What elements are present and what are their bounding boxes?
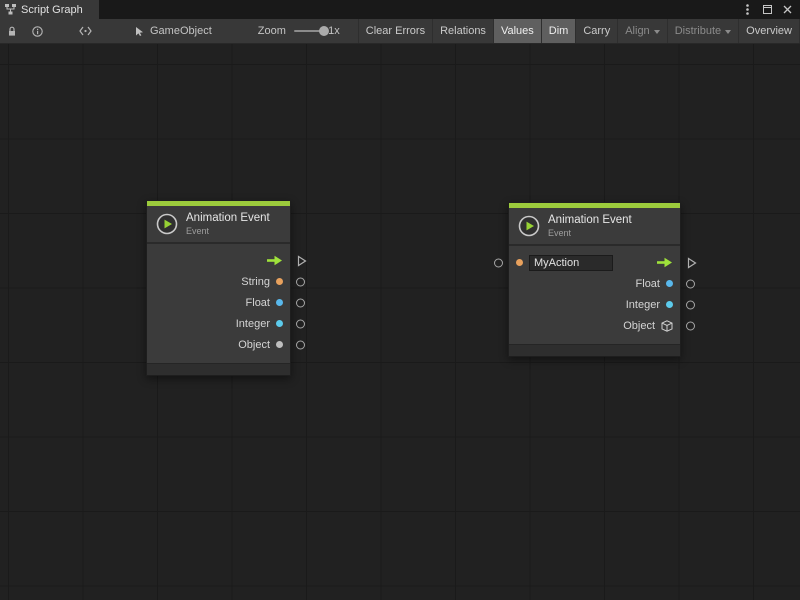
flow-output-row [147,250,290,271]
zoom-slider[interactable] [294,24,323,38]
maximize-icon[interactable] [759,2,775,18]
string-output-port[interactable] [296,277,305,286]
string-dot-icon [276,278,283,285]
chevron-down-icon [725,30,731,34]
toolbar: GameObject Zoom 1x Clear Errors Relation… [0,19,800,44]
node-body: Float Integer Object [509,246,680,344]
action-name-field[interactable] [529,255,613,271]
flow-output-port[interactable] [687,257,697,269]
distribute-dropdown[interactable]: Distribute [667,19,738,43]
integer-dot-icon [276,320,283,327]
port-row-integer: Integer [147,313,290,334]
float-output-port[interactable] [686,279,695,288]
node-footer [509,344,680,356]
event-play-icon [518,215,540,237]
zoom-slider-handle[interactable] [319,26,329,36]
port-row-object: Object [147,334,290,355]
tab-title: Script Graph [21,4,83,16]
object-output-port[interactable] [686,321,695,330]
string-input-port[interactable] [494,258,503,267]
node-animation-event-2[interactable]: Animation Event Event Float [508,202,681,357]
code-icon[interactable] [79,26,92,36]
integer-output-port[interactable] [686,300,695,309]
dim-toggle[interactable]: Dim [541,19,576,43]
relations-button[interactable]: Relations [432,19,493,43]
port-row-object: Object [509,315,680,336]
name-input-row [509,252,680,273]
info-icon[interactable] [32,26,43,37]
toolbar-buttons: Clear Errors Relations Values Dim Carry … [358,19,800,43]
port-row-string: String [147,271,290,292]
gameobject-label: GameObject [150,25,212,37]
lock-icon[interactable] [7,26,17,37]
node-animation-event-1[interactable]: Animation Event Event String Float [146,200,291,376]
node-subtitle: Event [186,226,270,236]
menu-icon[interactable] [739,2,755,18]
close-icon[interactable] [779,2,795,18]
node-title: Animation Event [548,214,632,226]
zoom-value: 1x [328,25,340,37]
gameobject-reference[interactable]: GameObject [134,25,212,37]
gameobject-icon [134,26,145,37]
node-title: Animation Event [186,212,270,224]
clear-errors-button[interactable]: Clear Errors [358,19,432,43]
float-dot-icon [276,299,283,306]
values-toggle[interactable]: Values [493,19,541,43]
node-body: String Float Integer Object [147,244,290,363]
flow-arrow-icon [266,255,283,266]
port-row-float: Float [147,292,290,313]
object-dot-icon [276,341,283,348]
node-subtitle: Event [548,228,632,238]
integer-dot-icon [666,301,673,308]
flow-output-port[interactable] [297,255,307,267]
node-header[interactable]: Animation Event Event [147,206,290,244]
chevron-down-icon [654,30,660,34]
zoom-label: Zoom [258,25,286,37]
object-output-port[interactable] [296,340,305,349]
overview-button[interactable]: Overview [738,19,800,43]
cube-icon [661,320,673,332]
port-row-integer: Integer [509,294,680,315]
node-footer [147,363,290,375]
carry-toggle[interactable]: Carry [575,19,617,43]
window-controls [739,0,800,19]
tab-script-graph[interactable]: Script Graph [0,0,99,19]
graph-icon [5,4,16,15]
port-row-float: Float [509,273,680,294]
graph-canvas[interactable]: Animation Event Event String Float [0,44,800,600]
flow-arrow-icon [656,257,673,268]
event-play-icon [156,213,178,235]
float-output-port[interactable] [296,298,305,307]
float-dot-icon [666,280,673,287]
string-dot-icon [516,259,523,266]
tab-bar: Script Graph [0,0,800,19]
node-header[interactable]: Animation Event Event [509,208,680,246]
align-dropdown[interactable]: Align [617,19,666,43]
integer-output-port[interactable] [296,319,305,328]
